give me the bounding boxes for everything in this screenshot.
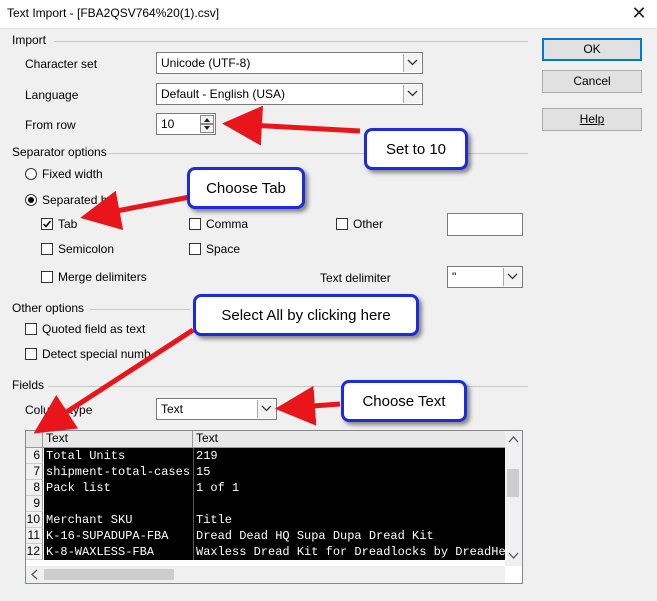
- callout-set-to-10-text: Set to 10: [385, 140, 447, 158]
- callout-select-all-text: Select All by clicking here: [221, 306, 391, 324]
- callout-choose-tab-text: Choose Tab: [206, 179, 286, 197]
- arrow-to-column-type: [275, 385, 341, 426]
- callout-choose-tab: Choose Tab: [187, 167, 305, 209]
- arrow-to-select-all: [33, 327, 195, 434]
- arrow-to-from-row: [222, 105, 361, 146]
- callout-choose-text-text: Choose Text: [362, 392, 446, 410]
- callout-select-all: Select All by clicking here: [193, 294, 419, 336]
- callout-choose-text: Choose Text: [341, 380, 467, 422]
- callout-set-to-10: Set to 10: [364, 128, 468, 170]
- arrow-to-tab: [80, 190, 191, 231]
